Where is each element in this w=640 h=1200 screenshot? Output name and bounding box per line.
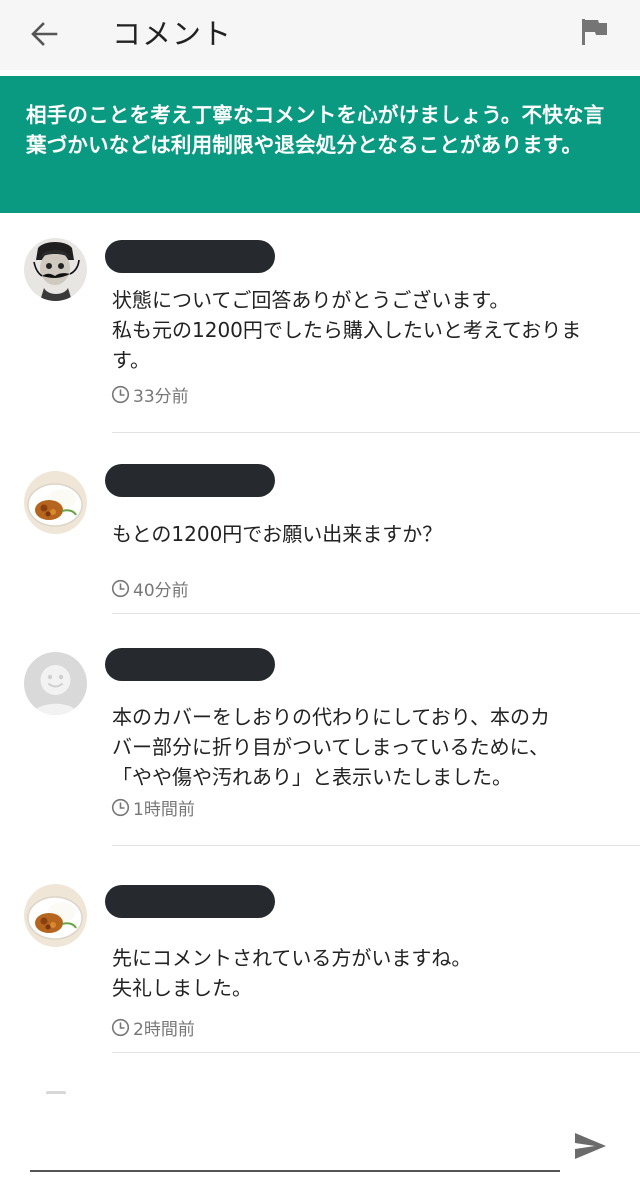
timestamp-label: 1時間前 <box>133 799 195 820</box>
comment-text: もとの1200円でお願い出来ますか？ <box>112 522 443 546</box>
back-button[interactable] <box>26 16 62 52</box>
report-button[interactable] <box>576 14 612 50</box>
comment-divider <box>112 613 640 614</box>
comment-timestamp: 33分前 <box>111 382 189 407</box>
comment-text: 先にコメントされている方がいますね。 失礼しました。 <box>112 946 472 1000</box>
flag-icon <box>582 19 607 45</box>
app-header: コメント <box>0 0 640 70</box>
comment-input[interactable] <box>30 1126 560 1172</box>
default-smiley-avatar[interactable] <box>24 652 87 715</box>
clock-icon <box>111 798 130 816</box>
comment-timestamp: 40分前 <box>111 576 189 601</box>
clock-icon <box>111 385 130 403</box>
comment-divider <box>112 1052 640 1053</box>
username-redacted[interactable] <box>105 240 275 273</box>
username-redacted[interactable] <box>105 464 275 497</box>
curry-rice-avatar[interactable] <box>24 471 87 534</box>
send-icon <box>575 1133 606 1159</box>
timestamp-label: 33分前 <box>133 386 189 407</box>
mustache-portrait-avatar[interactable] <box>24 238 87 301</box>
comment-guideline-notice: 相手のことを考え丁寧なコメントを心がけましょう。不快な言葉づかいなどは利用制限や… <box>0 76 640 213</box>
comment-timestamp: 1時間前 <box>111 795 195 820</box>
comment-list[interactable]: 状態についてご回答ありがとうございます。 私も元の1200円でしたら購入したいと… <box>0 213 640 1093</box>
clock-icon <box>111 1018 130 1036</box>
comment-timestamp: 2時間前 <box>111 1015 195 1040</box>
send-button[interactable] <box>572 1128 608 1164</box>
page-title: コメント <box>112 17 233 51</box>
username-redacted[interactable] <box>105 648 275 681</box>
username-redacted[interactable] <box>105 885 275 918</box>
comment-divider <box>112 845 640 846</box>
timestamp-label: 40分前 <box>133 580 189 601</box>
comment-text: 状態についてご回答ありがとうございます。 私も元の1200円でしたら購入したいと… <box>112 288 582 372</box>
timestamp-label: 2時間前 <box>133 1019 195 1040</box>
curry-rice-avatar[interactable] <box>24 884 87 947</box>
comment-divider <box>112 432 640 433</box>
arrow-left-icon <box>31 22 58 46</box>
clock-icon <box>111 579 130 597</box>
comment-text: 本のカバーをしおりの代わりにしており、本のカ バー部分に折り目がついてしまってい… <box>112 705 550 789</box>
